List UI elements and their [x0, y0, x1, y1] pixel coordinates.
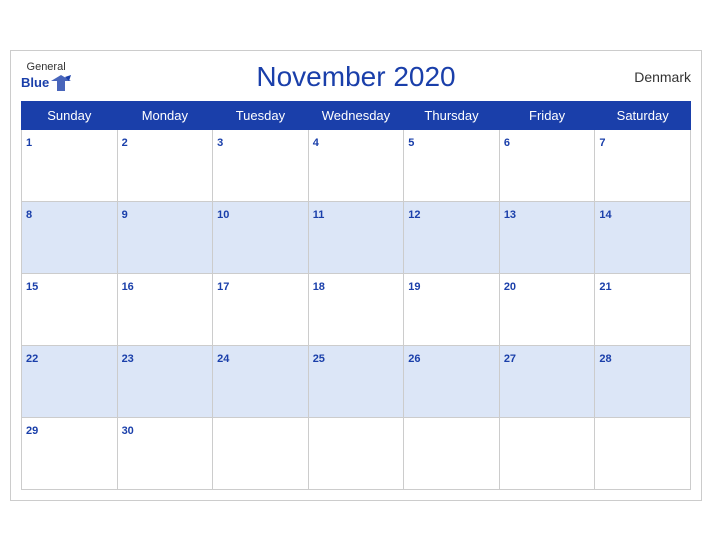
day-number: 24: [217, 353, 229, 365]
calendar-header: General Blue November 2020 Denmark: [21, 61, 691, 93]
header-saturday: Saturday: [595, 101, 691, 129]
calendar-day-cell: 3: [213, 129, 309, 201]
day-number: 6: [504, 137, 510, 149]
calendar-week-row: 15 16 17 18 19 20 21: [22, 273, 691, 345]
day-number: 9: [122, 209, 128, 221]
logo-area: General Blue: [21, 61, 71, 93]
calendar-day-cell: [499, 417, 595, 489]
calendar-day-cell: 27: [499, 345, 595, 417]
day-number: 15: [26, 281, 38, 293]
calendar-body: 1234567891011121314151617181920212223242…: [22, 129, 691, 489]
header-wednesday: Wednesday: [308, 101, 404, 129]
day-number: 19: [408, 281, 420, 293]
calendar-day-cell: 20: [499, 273, 595, 345]
calendar-week-row: 22 23 24 25 26 27 28: [22, 345, 691, 417]
calendar-day-cell: 21: [595, 273, 691, 345]
calendar-week-row: 29 30: [22, 417, 691, 489]
header-sunday: Sunday: [22, 101, 118, 129]
calendar-day-cell: 1: [22, 129, 118, 201]
day-number: 16: [122, 281, 134, 293]
calendar-day-cell: 17: [213, 273, 309, 345]
day-number: 8: [26, 209, 32, 221]
calendar-day-cell: [213, 417, 309, 489]
day-number: 23: [122, 353, 134, 365]
calendar-day-cell: 12: [404, 201, 500, 273]
logo-bird-icon: [51, 73, 71, 93]
calendar-day-cell: 25: [308, 345, 404, 417]
day-number: 27: [504, 353, 516, 365]
day-number: 1: [26, 137, 32, 149]
calendar-day-cell: 16: [117, 273, 213, 345]
calendar-week-row: 8 9 10 11 12 13 14: [22, 201, 691, 273]
header-tuesday: Tuesday: [213, 101, 309, 129]
day-number: 21: [599, 281, 611, 293]
calendar-day-cell: 2: [117, 129, 213, 201]
calendar-day-cell: [595, 417, 691, 489]
calendar-day-cell: 11: [308, 201, 404, 273]
day-number: 10: [217, 209, 229, 221]
calendar-day-cell: 7: [595, 129, 691, 201]
day-number: 11: [313, 209, 325, 221]
day-number: 26: [408, 353, 420, 365]
country-label: Denmark: [634, 69, 691, 85]
logo-blue-text: Blue: [21, 75, 49, 90]
day-number: 18: [313, 281, 325, 293]
calendar-day-cell: 15: [22, 273, 118, 345]
day-number: 22: [26, 353, 38, 365]
calendar-day-cell: 19: [404, 273, 500, 345]
calendar-day-cell: 22: [22, 345, 118, 417]
calendar-day-cell: 10: [213, 201, 309, 273]
day-number: 25: [313, 353, 325, 365]
day-number: 17: [217, 281, 229, 293]
day-number: 5: [408, 137, 414, 149]
calendar-day-cell: [308, 417, 404, 489]
header-monday: Monday: [117, 101, 213, 129]
calendar-day-cell: 8: [22, 201, 118, 273]
calendar-day-cell: 9: [117, 201, 213, 273]
day-number: 30: [122, 425, 134, 437]
calendar-week-row: 1 2 3 4 5 6 7: [22, 129, 691, 201]
day-number: 2: [122, 137, 128, 149]
calendar-day-cell: 13: [499, 201, 595, 273]
calendar-day-cell: 23: [117, 345, 213, 417]
day-number: 14: [599, 209, 611, 221]
day-number: 13: [504, 209, 516, 221]
calendar-day-cell: 6: [499, 129, 595, 201]
day-number: 12: [408, 209, 420, 221]
calendar-grid: Sunday Monday Tuesday Wednesday Thursday…: [21, 101, 691, 490]
day-number: 3: [217, 137, 223, 149]
calendar-day-cell: 14: [595, 201, 691, 273]
calendar-day-cell: 5: [404, 129, 500, 201]
header-thursday: Thursday: [404, 101, 500, 129]
calendar-day-cell: 18: [308, 273, 404, 345]
day-number: 7: [599, 137, 605, 149]
calendar-day-cell: 30: [117, 417, 213, 489]
day-number: 4: [313, 137, 319, 149]
calendar-container: General Blue November 2020 Denmark Sunda…: [10, 50, 702, 501]
calendar-day-cell: 24: [213, 345, 309, 417]
calendar-day-cell: 28: [595, 345, 691, 417]
header-friday: Friday: [499, 101, 595, 129]
month-title: November 2020: [256, 61, 455, 93]
day-number: 29: [26, 425, 38, 437]
calendar-day-cell: [404, 417, 500, 489]
calendar-day-cell: 26: [404, 345, 500, 417]
calendar-day-cell: 29: [22, 417, 118, 489]
day-number: 20: [504, 281, 516, 293]
logo-general-text: General: [27, 61, 66, 73]
weekday-header-row: Sunday Monday Tuesday Wednesday Thursday…: [22, 101, 691, 129]
calendar-day-cell: 4: [308, 129, 404, 201]
day-number: 28: [599, 353, 611, 365]
